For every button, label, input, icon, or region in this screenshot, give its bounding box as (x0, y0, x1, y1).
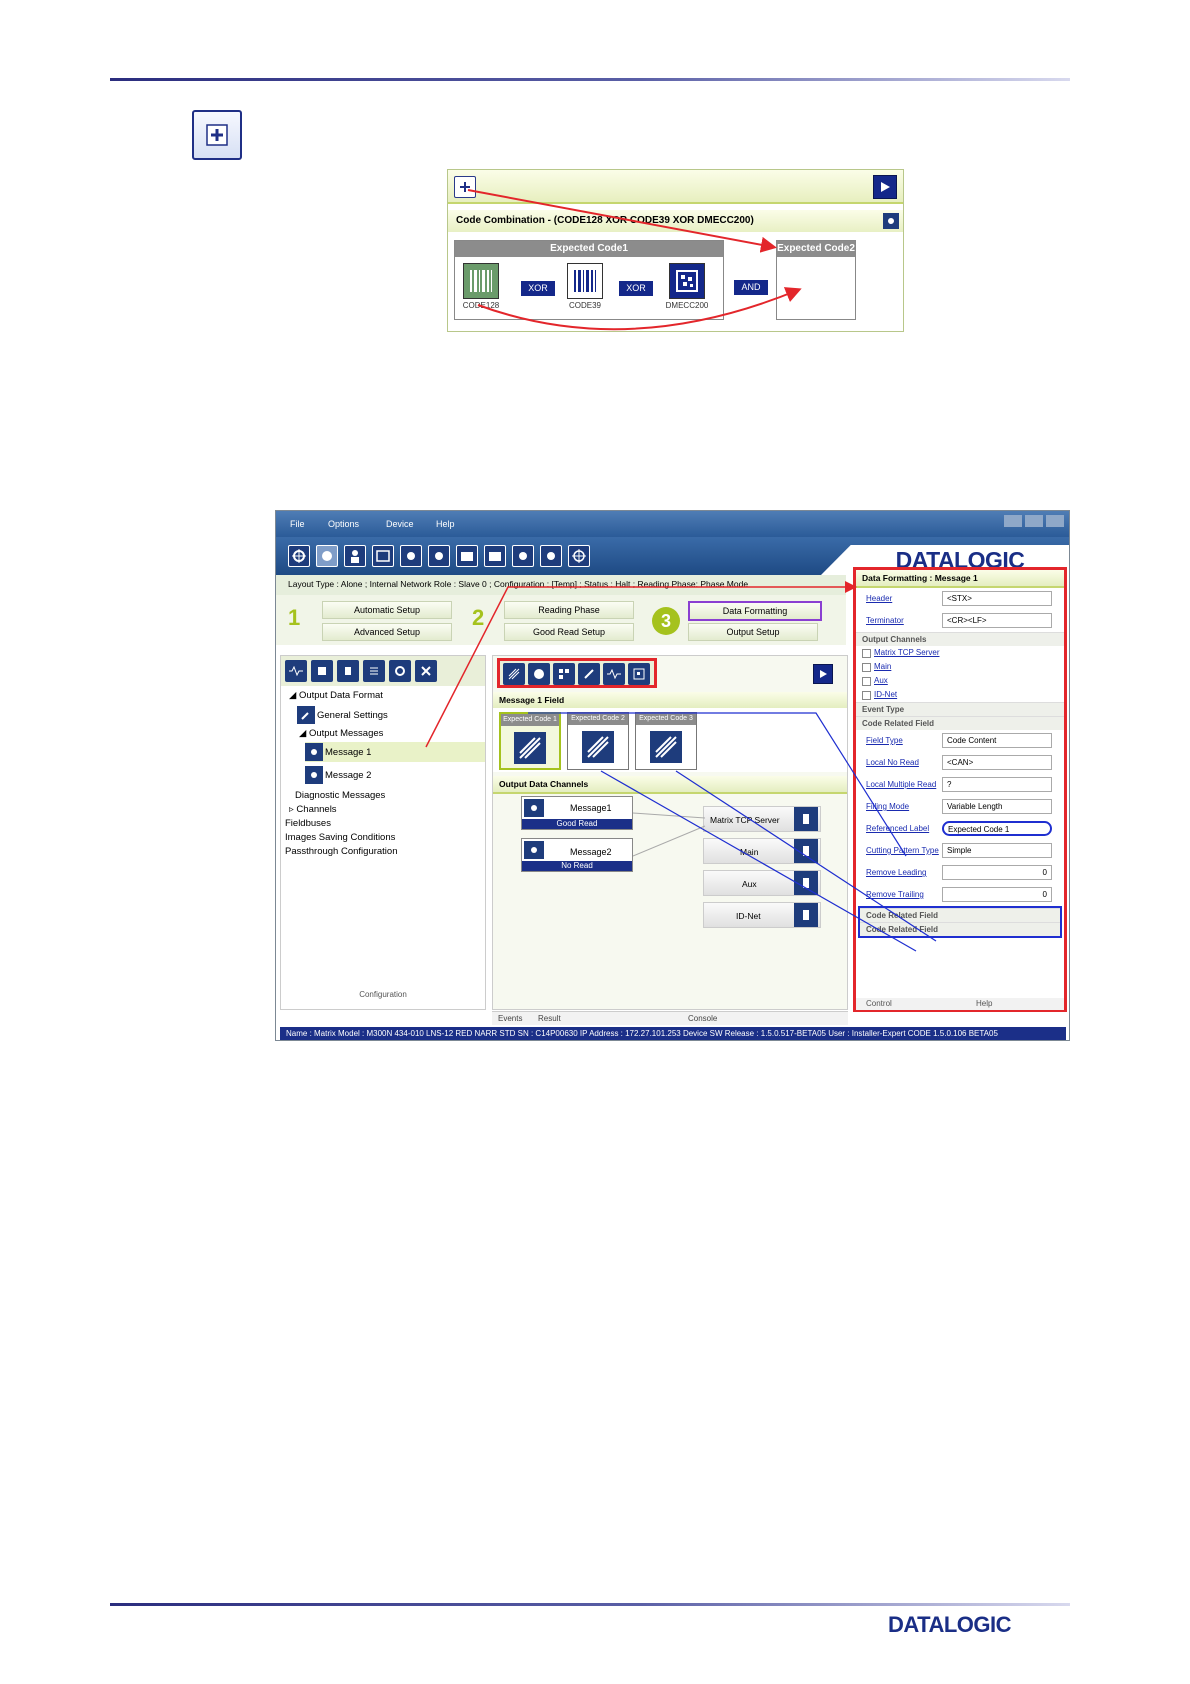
header-rule (110, 78, 1070, 81)
footer-logo-text: DATALOGIC (888, 1612, 1012, 1637)
footer-logo: DATALOGIC (888, 1612, 1012, 1638)
add-expected-code-icon[interactable] (192, 110, 242, 160)
annotation-arrows (467, 189, 802, 331)
code-combination-panel: Code Combination - (CODE128 XOR CODE39 X… (447, 169, 904, 332)
status-bar: Name : Matrix Model : M300N 434-010 LNS-… (280, 1027, 1066, 1040)
application-window: File Options Device Help DATALOGIC Layou… (275, 510, 1070, 1041)
footer-rule (110, 1603, 1070, 1606)
annotation-lines (425, 581, 937, 952)
